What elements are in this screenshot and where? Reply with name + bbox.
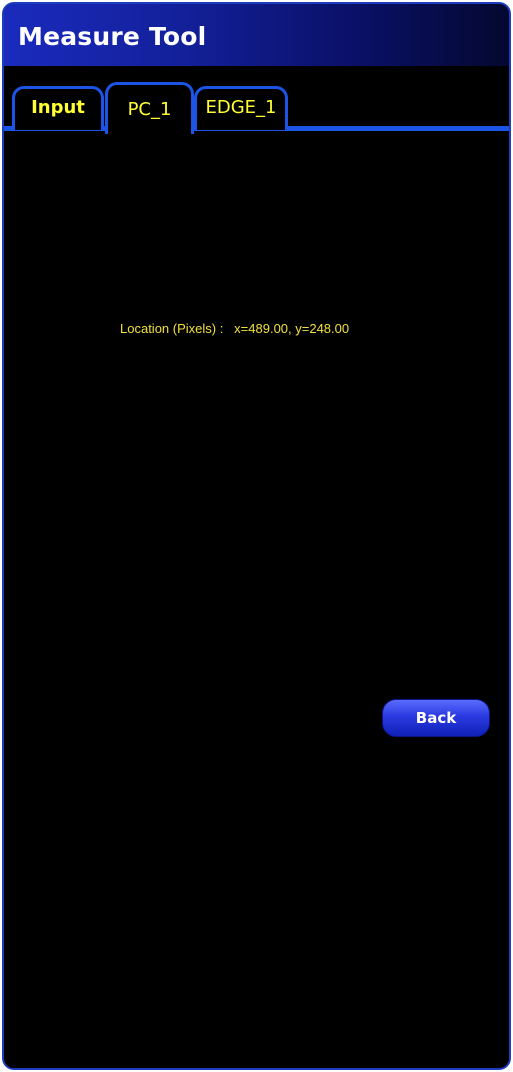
- window-title: Measure Tool: [18, 22, 207, 51]
- location-label: Location (Pixels) :: [120, 321, 224, 336]
- measure-tool-window: Measure Tool Input PC_1 EDGE_1 Location …: [2, 2, 511, 1070]
- location-readout: Location (Pixels) : x=489.00, y=248.00: [120, 321, 349, 336]
- tab-edge-1-label: EDGE_1: [205, 97, 277, 118]
- location-value: x=489.00, y=248.00: [234, 321, 350, 336]
- tab-input[interactable]: Input: [12, 86, 104, 130]
- tab-input-label: Input: [31, 97, 85, 118]
- title-bar: Measure Tool: [4, 4, 509, 66]
- tab-pc-1[interactable]: PC_1: [105, 82, 194, 140]
- back-button[interactable]: Back: [382, 699, 490, 737]
- tab-content-panel: Location (Pixels) : x=489.00, y=248.00 B…: [4, 131, 509, 1068]
- tab-pc-1-label: PC_1: [127, 99, 172, 120]
- active-tab-connector: [108, 132, 191, 140]
- tab-edge-1[interactable]: EDGE_1: [194, 86, 288, 130]
